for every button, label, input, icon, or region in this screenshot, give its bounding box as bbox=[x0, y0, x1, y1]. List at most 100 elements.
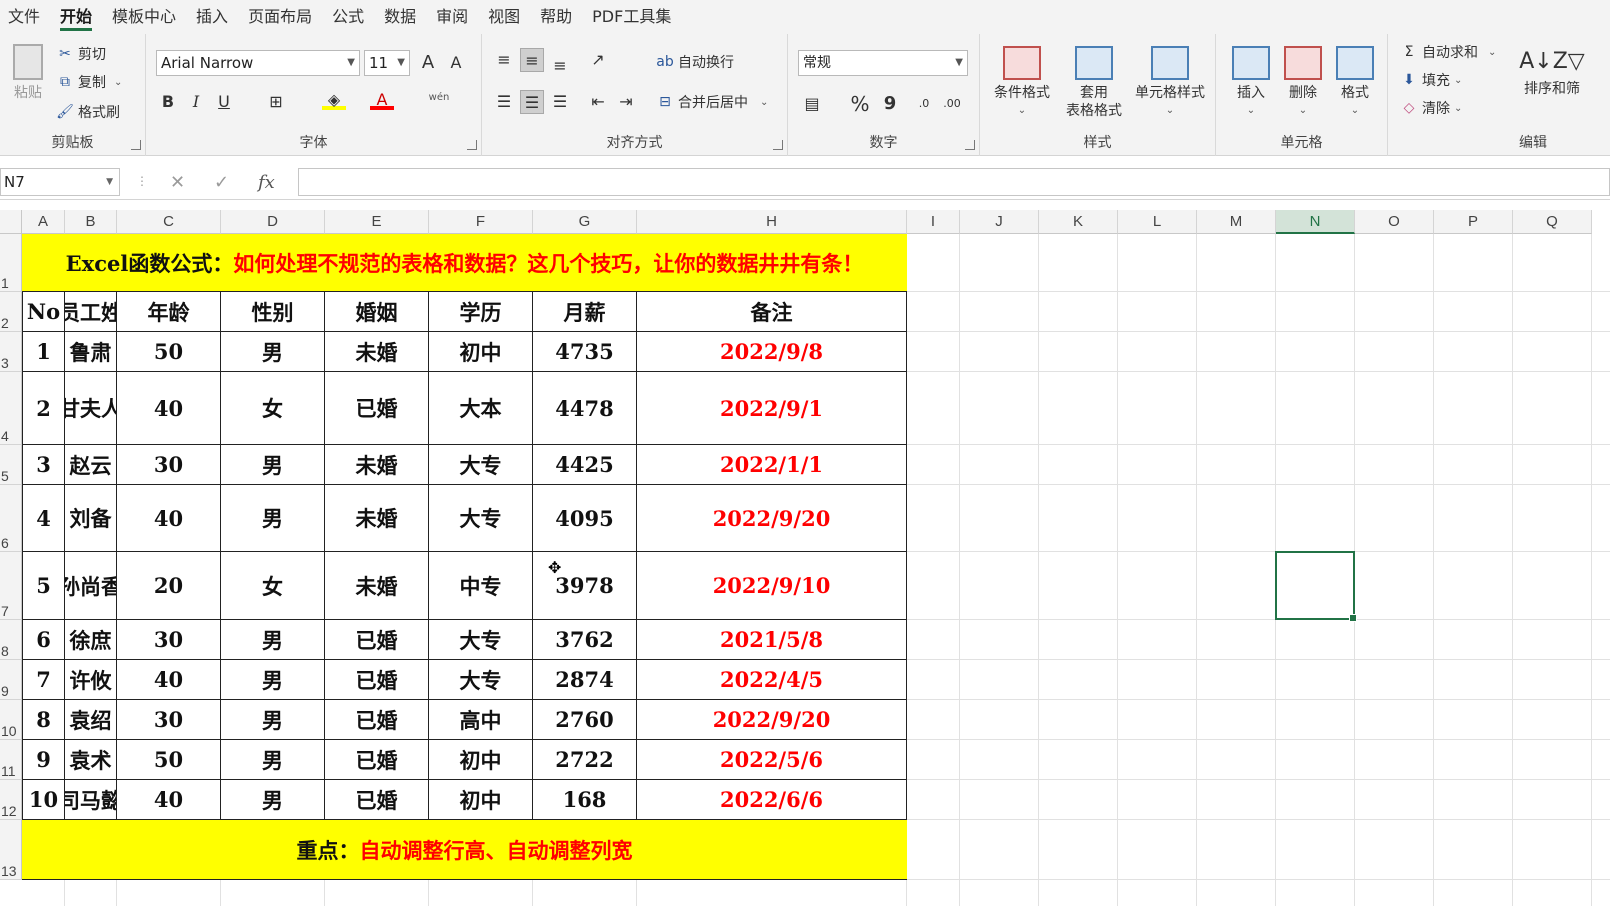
table-cell[interactable]: 未婚 bbox=[325, 332, 429, 372]
table-cell[interactable]: 未婚 bbox=[325, 485, 429, 552]
table-cell[interactable]: 40 bbox=[117, 780, 221, 820]
table-cell[interactable]: 4425 bbox=[533, 445, 637, 485]
table-cell[interactable]: 2722 bbox=[533, 740, 637, 780]
table-cell[interactable]: 袁术 bbox=[65, 740, 117, 780]
column-header-J[interactable]: J bbox=[960, 210, 1039, 234]
table-cell[interactable]: 中专 bbox=[429, 552, 533, 620]
column-header-F[interactable]: F bbox=[429, 210, 533, 234]
row-header-12[interactable]: 12 bbox=[0, 780, 22, 820]
sort-filter-button[interactable]: A↓Z▽ 排序和筛 bbox=[1512, 44, 1592, 98]
number-format-select[interactable]: 常规 ▼ bbox=[798, 50, 968, 76]
name-box[interactable]: N7 ▼ bbox=[0, 168, 120, 196]
cell-styles-button[interactable]: 单元格样式 ⌄ bbox=[1130, 46, 1210, 120]
menu-0[interactable]: 文件 bbox=[8, 0, 54, 34]
table-header-cell[interactable]: 学历 bbox=[429, 292, 533, 332]
table-cell[interactable]: 2021/5/8 bbox=[637, 620, 907, 660]
footer-banner[interactable]: 重点： 自动调整行高、自动调整列宽 bbox=[22, 820, 907, 880]
table-cell[interactable]: 未婚 bbox=[325, 552, 429, 620]
table-cell[interactable]: 男 bbox=[221, 332, 325, 372]
border-icon[interactable]: ⊞ bbox=[264, 90, 288, 114]
align-right-icon[interactable]: ☰ bbox=[548, 90, 572, 114]
table-cell[interactable]: 168 bbox=[533, 780, 637, 820]
table-cell[interactable]: 已婚 bbox=[325, 780, 429, 820]
table-cell[interactable]: 男 bbox=[221, 620, 325, 660]
table-cell[interactable]: 2022/9/1 bbox=[637, 372, 907, 445]
launcher-icon[interactable] bbox=[467, 140, 477, 150]
column-header-N[interactable]: N bbox=[1276, 210, 1355, 234]
align-top-icon[interactable]: ≡ bbox=[492, 48, 516, 72]
table-cell[interactable]: 2 bbox=[22, 372, 65, 445]
table-cell[interactable]: 2022/1/1 bbox=[637, 445, 907, 485]
table-cell[interactable]: 男 bbox=[221, 740, 325, 780]
row-header-2[interactable]: 2 bbox=[0, 292, 22, 332]
table-cell[interactable]: 男 bbox=[221, 780, 325, 820]
table-cell[interactable]: 司马懿 bbox=[65, 780, 117, 820]
table-cell[interactable]: 许攸 bbox=[65, 660, 117, 700]
currency-icon[interactable]: ▤ bbox=[800, 92, 824, 116]
table-cell[interactable]: 7 bbox=[22, 660, 65, 700]
table-cell[interactable]: 2022/5/6 bbox=[637, 740, 907, 780]
table-cell[interactable]: 2022/9/10 bbox=[637, 552, 907, 620]
format-as-table-button[interactable]: 套用 表格格式 bbox=[1054, 46, 1134, 120]
table-cell[interactable]: 9 bbox=[22, 740, 65, 780]
column-header-P[interactable]: P bbox=[1434, 210, 1513, 234]
table-cell[interactable]: 赵云 bbox=[65, 445, 117, 485]
column-header-C[interactable]: C bbox=[117, 210, 221, 234]
underline-button[interactable]: U bbox=[212, 90, 236, 114]
column-header-H[interactable]: H bbox=[637, 210, 907, 234]
menu-4[interactable]: 页面布局 bbox=[248, 0, 326, 34]
row-header-4[interactable]: 4 bbox=[0, 372, 22, 445]
function-icon[interactable]: fx bbox=[258, 172, 275, 193]
table-cell[interactable]: 鲁肃 bbox=[65, 332, 117, 372]
menu-3[interactable]: 插入 bbox=[196, 0, 242, 34]
selected-cell-N7[interactable] bbox=[1275, 551, 1357, 622]
table-header-cell[interactable]: 备注 bbox=[637, 292, 907, 332]
bold-button[interactable]: B bbox=[156, 90, 180, 114]
column-header-K[interactable]: K bbox=[1039, 210, 1118, 234]
row-header-11[interactable]: 11 bbox=[0, 740, 22, 780]
grow-font-button[interactable]: A bbox=[416, 51, 440, 75]
table-cell[interactable]: 大专 bbox=[429, 620, 533, 660]
table-cell[interactable]: 袁绍 bbox=[65, 700, 117, 740]
decrease-decimal-icon[interactable]: .00 bbox=[940, 92, 964, 116]
cancel-icon[interactable]: ✕ bbox=[170, 172, 185, 193]
select-all-corner[interactable] bbox=[0, 210, 22, 234]
launcher-icon[interactable] bbox=[965, 140, 975, 150]
percent-button[interactable]: % bbox=[848, 92, 872, 116]
conditional-format-button[interactable]: 条件格式 ⌄ bbox=[990, 46, 1054, 120]
row-header-1[interactable]: 1 bbox=[0, 234, 22, 292]
copy-button[interactable]: ⧉ 复制 ⌄ bbox=[56, 72, 122, 92]
font-color-button[interactable]: A bbox=[370, 88, 394, 110]
table-cell[interactable]: 男 bbox=[221, 485, 325, 552]
table-cell[interactable]: 40 bbox=[117, 372, 221, 445]
table-cell[interactable]: 40 bbox=[117, 485, 221, 552]
table-cell[interactable]: 8 bbox=[22, 700, 65, 740]
row-header-6[interactable]: 6 bbox=[0, 485, 22, 552]
table-header-cell[interactable]: 月薪 bbox=[533, 292, 637, 332]
menu-9[interactable]: 帮助 bbox=[540, 0, 586, 34]
table-cell[interactable]: 初中 bbox=[429, 780, 533, 820]
table-cell[interactable]: 初中 bbox=[429, 332, 533, 372]
table-cell[interactable]: 4 bbox=[22, 485, 65, 552]
table-cell[interactable]: 30 bbox=[117, 445, 221, 485]
column-header-B[interactable]: B bbox=[65, 210, 117, 234]
increase-decimal-icon[interactable]: .0 bbox=[912, 92, 936, 116]
table-cell[interactable]: 10 bbox=[22, 780, 65, 820]
table-cell[interactable]: 男 bbox=[221, 445, 325, 485]
table-cell[interactable]: 已婚 bbox=[325, 620, 429, 660]
row-header-9[interactable]: 9 bbox=[0, 660, 22, 700]
align-center-icon[interactable]: ☰ bbox=[520, 90, 544, 114]
table-cell[interactable]: 女 bbox=[221, 552, 325, 620]
table-cell[interactable]: 1 bbox=[22, 332, 65, 372]
launcher-icon[interactable] bbox=[773, 140, 783, 150]
row-header-5[interactable]: 5 bbox=[0, 445, 22, 485]
table-cell[interactable]: 未婚 bbox=[325, 445, 429, 485]
table-cell[interactable]: 大专 bbox=[429, 445, 533, 485]
table-cell[interactable]: 已婚 bbox=[325, 660, 429, 700]
autosum-button[interactable]: Σ 自动求和 ⌄ bbox=[1400, 42, 1497, 62]
paste-button[interactable]: 粘贴 bbox=[8, 44, 48, 102]
table-header-cell[interactable]: 年龄 bbox=[117, 292, 221, 332]
table-cell[interactable]: 高中 bbox=[429, 700, 533, 740]
menu-8[interactable]: 视图 bbox=[488, 0, 534, 34]
format-painter-button[interactable]: 🖌 格式刷 bbox=[56, 102, 120, 122]
